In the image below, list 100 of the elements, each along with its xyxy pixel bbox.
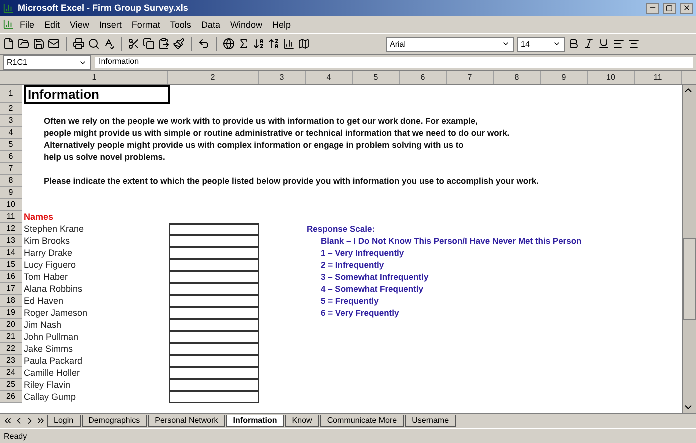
sheet-tab[interactable]: Personal Network bbox=[148, 415, 226, 427]
name-box[interactable]: R1C1 bbox=[3, 55, 91, 70]
font-field[interactable]: Arial bbox=[386, 36, 514, 52]
row-number: 5 bbox=[0, 139, 22, 151]
row-number: 6 bbox=[0, 151, 22, 163]
person-name: Jim Nash bbox=[23, 320, 63, 330]
column-header: 7 bbox=[447, 71, 494, 84]
menu-item[interactable]: Insert bbox=[95, 20, 126, 30]
paste-icon[interactable] bbox=[158, 38, 170, 50]
sheet-tab[interactable]: Login bbox=[47, 415, 81, 427]
row-number: 22 bbox=[0, 343, 22, 355]
first-sheet-icon[interactable] bbox=[3, 416, 13, 426]
cut-icon[interactable] bbox=[128, 38, 140, 50]
sheet-tab[interactable]: Demographics bbox=[82, 415, 148, 427]
menu-item[interactable]: Help bbox=[268, 20, 295, 30]
maximize-button[interactable] bbox=[663, 2, 676, 14]
excel-icon bbox=[3, 2, 14, 14]
response-field[interactable] bbox=[169, 391, 259, 403]
row-number: 14 bbox=[0, 247, 22, 259]
row-number: 8 bbox=[0, 175, 22, 187]
scale-item: 3 – Somewhat Infrequently bbox=[321, 272, 429, 282]
dropdown-icon[interactable] bbox=[502, 40, 510, 48]
close-button[interactable] bbox=[680, 2, 693, 14]
last-sheet-icon[interactable] bbox=[36, 416, 46, 426]
response-field[interactable] bbox=[169, 379, 259, 391]
sheet-tab[interactable]: Know bbox=[285, 415, 320, 427]
menu-item[interactable]: Window bbox=[226, 20, 266, 30]
intro-text: help us solve novel problems. bbox=[44, 152, 166, 162]
underline-icon[interactable] bbox=[598, 38, 610, 50]
column-header: 11 bbox=[635, 71, 682, 84]
response-field[interactable] bbox=[169, 367, 259, 379]
response-field[interactable] bbox=[169, 247, 259, 259]
save-icon[interactable] bbox=[33, 38, 45, 50]
column-header: 3 bbox=[259, 71, 306, 84]
scale-item: 4 – Somewhat Frequently bbox=[321, 284, 424, 294]
response-field[interactable] bbox=[169, 223, 259, 235]
response-field[interactable] bbox=[169, 235, 259, 247]
menu-item[interactable]: Tools bbox=[166, 20, 196, 30]
minimize-button[interactable] bbox=[646, 2, 659, 14]
row-number: 18 bbox=[0, 295, 22, 307]
align-center-icon[interactable] bbox=[628, 38, 640, 50]
sheet-tab[interactable]: Communicate More bbox=[320, 415, 404, 427]
formula-field[interactable]: Information bbox=[95, 57, 693, 68]
scale-item: Blank – I Do Not Know This Person/I Have Never Met this Person bbox=[321, 236, 582, 246]
response-field[interactable] bbox=[169, 331, 259, 343]
response-field[interactable] bbox=[169, 283, 259, 295]
italic-icon[interactable] bbox=[583, 38, 595, 50]
response-field[interactable] bbox=[169, 355, 259, 367]
menu-item[interactable]: View bbox=[66, 20, 94, 30]
font-size-field[interactable]: 14 bbox=[517, 36, 565, 52]
copy-icon[interactable] bbox=[143, 38, 155, 50]
person-name: Callay Gump bbox=[23, 392, 78, 402]
menu-item[interactable]: File bbox=[16, 20, 39, 30]
menu-item[interactable]: Data bbox=[197, 20, 224, 30]
sort-descending-icon[interactable] bbox=[268, 38, 280, 50]
row-number: 17 bbox=[0, 283, 22, 295]
mail-icon[interactable] bbox=[48, 38, 60, 50]
globe-icon[interactable] bbox=[223, 38, 235, 50]
spellcheck-icon[interactable] bbox=[103, 38, 115, 50]
sheet-tab[interactable]: Information bbox=[226, 415, 284, 427]
search-icon[interactable] bbox=[88, 38, 100, 50]
row-number: 9 bbox=[0, 187, 22, 199]
intro-text: Often we rely on the people we work with to provide us with information to get our work done. For example, bbox=[44, 116, 478, 126]
response-field[interactable] bbox=[169, 319, 259, 331]
response-field[interactable] bbox=[169, 295, 259, 307]
undo-icon[interactable] bbox=[198, 38, 210, 50]
scale-item: 1 – Very Infrequently bbox=[321, 248, 404, 258]
row-number: 15 bbox=[0, 259, 22, 271]
document-icon bbox=[3, 19, 14, 30]
folder-icon[interactable] bbox=[18, 38, 30, 50]
vertical-scrollbar[interactable] bbox=[682, 85, 696, 413]
row-number: 23 bbox=[0, 355, 22, 367]
close-icon bbox=[682, 4, 690, 12]
person-name: Alana Robbins bbox=[23, 284, 84, 294]
person-name: Roger Jameson bbox=[23, 308, 89, 318]
paintbrush-icon[interactable] bbox=[173, 38, 185, 50]
map-icon[interactable] bbox=[298, 38, 310, 50]
column-header: 8 bbox=[494, 71, 541, 84]
scale-title: Response Scale: bbox=[307, 224, 376, 234]
person-name: Ed Haven bbox=[23, 296, 65, 306]
response-field[interactable] bbox=[169, 271, 259, 283]
scroll-thumb[interactable] bbox=[683, 238, 696, 320]
align-left-icon[interactable] bbox=[613, 38, 625, 50]
names-header: Names bbox=[23, 212, 55, 222]
sigma-icon[interactable] bbox=[238, 38, 250, 50]
sort-ascending-icon[interactable] bbox=[253, 38, 265, 50]
bold-icon[interactable] bbox=[568, 38, 580, 50]
column-header: 2 bbox=[168, 71, 259, 84]
dropdown-icon[interactable] bbox=[553, 40, 561, 48]
new-file-icon[interactable] bbox=[3, 38, 15, 50]
sheet-tab[interactable]: Username bbox=[405, 415, 456, 427]
response-field[interactable] bbox=[169, 343, 259, 355]
response-field[interactable] bbox=[169, 307, 259, 319]
menu-item[interactable]: Format bbox=[128, 20, 164, 30]
menu-item[interactable]: Edit bbox=[40, 20, 64, 30]
print-icon[interactable] bbox=[73, 38, 85, 50]
intro-text: Alternatively people might provide us with complex information or engage in problem solving with us to bbox=[44, 140, 464, 150]
response-field[interactable] bbox=[169, 259, 259, 271]
chart-icon[interactable] bbox=[283, 38, 295, 50]
column-header: 5 bbox=[353, 71, 400, 84]
